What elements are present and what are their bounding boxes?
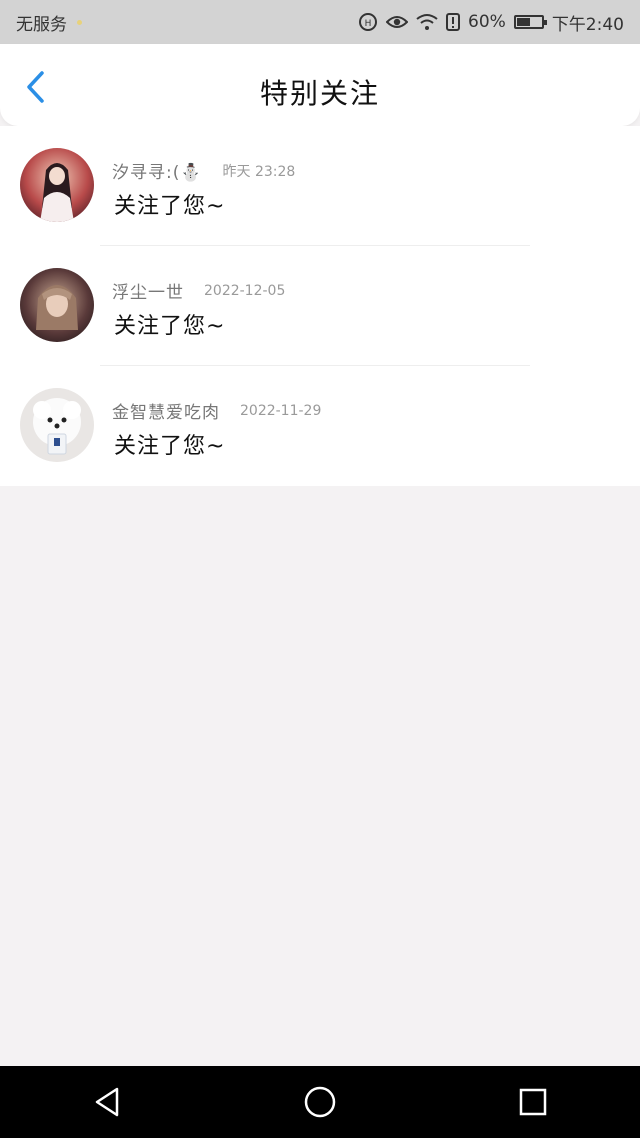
- avatar[interactable]: [20, 388, 94, 462]
- status-left: 无服务: [16, 10, 82, 35]
- svg-text:H: H: [365, 19, 372, 29]
- avatar[interactable]: [20, 268, 94, 342]
- list-item[interactable]: 金智慧爱吃肉 2022-11-29 关注了您~: [0, 366, 640, 486]
- notification-list: 汐寻寻:(⛄ 昨天 23:28 关注了您~ 浮尘一世 2022-12-05 关注…: [0, 126, 640, 486]
- message-text: 关注了您~: [114, 434, 226, 459]
- page-title: 特别关注: [259, 77, 380, 110]
- status-right: H 60% 下午2:40: [358, 10, 624, 35]
- header: 特别关注: [0, 44, 640, 126]
- sender-name[interactable]: 浮尘一世: [112, 278, 184, 303]
- battery-percent: 60%: [468, 12, 506, 32]
- message-text: 关注了您~: [114, 314, 226, 339]
- notification-dot-icon: [77, 19, 82, 25]
- nav-recent-button[interactable]: [503, 1072, 563, 1132]
- nav-home-button[interactable]: [290, 1072, 350, 1132]
- wifi-icon: [416, 13, 438, 31]
- clock: 下午2:40: [551, 14, 624, 35]
- item-meta: 金智慧爱吃肉 2022-11-29: [112, 398, 322, 424]
- hd-call-icon: H: [358, 12, 378, 32]
- timestamp: 2022-11-29: [240, 402, 322, 419]
- circle-home-icon: [304, 1086, 336, 1118]
- status-bar: 无服务 H 60% 下午2:40: [0, 0, 640, 44]
- eye-icon: [386, 14, 409, 30]
- square-recent-icon: [520, 1088, 547, 1116]
- list-item[interactable]: 汐寻寻:(⛄ 昨天 23:28 关注了您~: [0, 126, 640, 246]
- battery-icon: [513, 15, 547, 29]
- triangle-back-icon: [95, 1087, 118, 1117]
- item-meta: 汐寻寻:(⛄ 昨天 23:28: [112, 158, 295, 183]
- sender-name[interactable]: 汐寻寻:(⛄: [112, 158, 203, 183]
- timestamp: 2022-12-05: [204, 282, 286, 299]
- nav-back-button[interactable]: [77, 1072, 137, 1132]
- timestamp: 昨天 23:28: [222, 163, 296, 180]
- avatar[interactable]: [20, 148, 94, 222]
- list-item[interactable]: 浮尘一世 2022-12-05 关注了您~: [0, 246, 640, 366]
- message-text: 关注了您~: [114, 194, 226, 219]
- sender-name[interactable]: 金智慧爱吃肉: [112, 398, 220, 423]
- system-nav-bar: [0, 1066, 640, 1138]
- item-meta: 浮尘一世 2022-12-05: [112, 278, 286, 304]
- carrier-label: 无服务: [16, 14, 67, 35]
- sim-alert-icon: [446, 13, 461, 31]
